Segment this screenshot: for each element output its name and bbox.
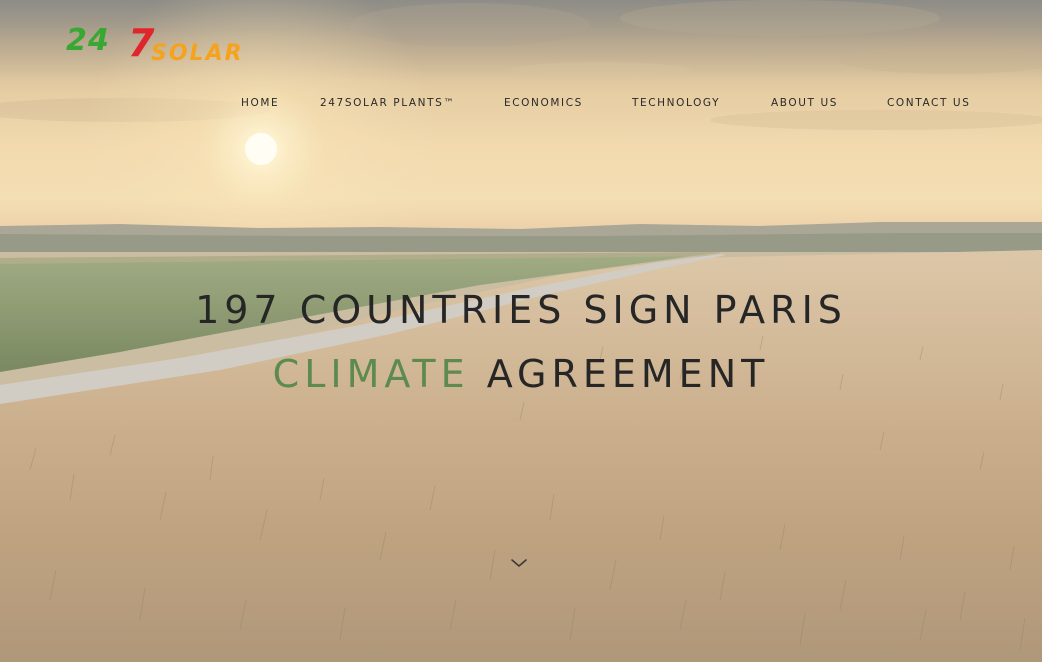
logo[interactable]: 2 4 7 SOLAR (66, 20, 256, 64)
nav-item-technology[interactable]: TECHNOLOGY (632, 97, 720, 109)
nav-item-about-us[interactable]: ABOUT US (771, 97, 838, 109)
chevron-down-icon[interactable] (509, 556, 529, 570)
hero-section: 2 4 7 SOLAR HOME 247SOLAR PLANTS™ ECONOM… (0, 0, 1042, 662)
nav-item-247solar-plants[interactable]: 247SOLAR PLANTS™ (320, 97, 456, 109)
main-navigation: HOME 247SOLAR PLANTS™ ECONOMICS TECHNOLO… (0, 97, 1042, 111)
nav-item-economics[interactable]: ECONOMICS (504, 97, 583, 109)
hero-headline-rest: AGREEMENT (469, 352, 770, 396)
logo-word: SOLAR (151, 41, 244, 64)
logo-digits-4: 4 (87, 23, 109, 58)
nav-item-contact-us[interactable]: CONTACT US (887, 97, 970, 109)
logo-digits-2: 2 (66, 23, 87, 58)
hero-headline-line1: 197 COUNTRIES SIGN PARIS (195, 288, 847, 332)
hero-headline-accent: CLIMATE (272, 352, 470, 396)
hero-headline-line2: CLIMATE AGREEMENT (0, 352, 1042, 396)
nav-item-home[interactable]: HOME (241, 97, 279, 109)
